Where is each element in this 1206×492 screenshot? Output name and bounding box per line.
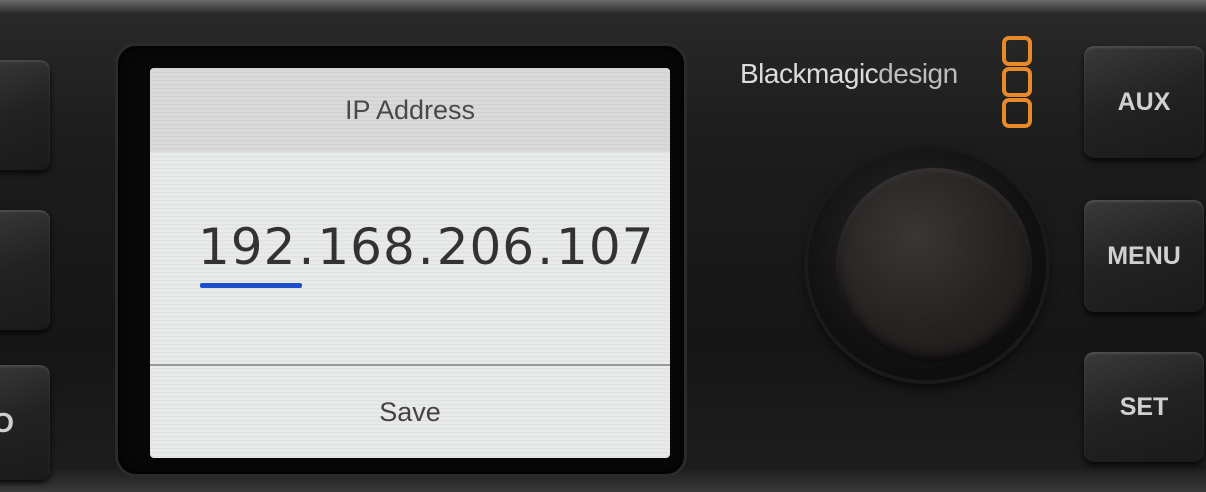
ip-octet-4[interactable]: 107 [556, 218, 654, 276]
panel-top-edge [0, 0, 1206, 14]
ip-separator-1: . [298, 218, 316, 276]
logo-square-top [1002, 36, 1032, 66]
brand-name-part2: design [878, 58, 958, 89]
ip-separator-3: . [537, 218, 555, 276]
aux-button-label: AUX [1117, 87, 1171, 116]
left-panel-button-3[interactable]: O [0, 365, 50, 480]
ip-octet-2[interactable]: 168 [317, 218, 415, 276]
ip-address-field[interactable]: 192 . 168 . 206 . 107 [198, 218, 654, 288]
ip-separator-2: . [417, 218, 435, 276]
logo-square-bottom [1002, 98, 1032, 128]
set-button-label: SET [1119, 392, 1169, 421]
jog-knob[interactable] [836, 168, 1032, 362]
left-panel-button-2[interactable] [0, 210, 50, 330]
save-label: Save [379, 396, 441, 427]
menu-button[interactable]: MENU [1084, 200, 1204, 312]
hardware-front-panel: O IP Address 192 . 168 . 206 . 107 Save … [0, 0, 1206, 492]
ip-octet-1[interactable]: 192 [198, 218, 303, 288]
three-stacked-squares-logo-icon [1002, 36, 1032, 128]
lcd-screen: IP Address 192 . 168 . 206 . 107 Save [150, 68, 670, 458]
left-panel-button-3-label: O [0, 406, 14, 438]
aux-button[interactable]: AUX [1084, 46, 1204, 158]
ip-octet-3[interactable]: 206 [437, 218, 535, 276]
brand-name-part1: Blackmagic [740, 58, 879, 89]
logo-square-middle [1002, 67, 1032, 97]
screen-header: IP Address [150, 68, 670, 152]
screen-title: IP Address [344, 94, 476, 125]
save-option[interactable]: Save [150, 366, 670, 458]
left-panel-button-1[interactable] [0, 60, 50, 170]
brand-logo-text: Blackmagicdesign [740, 58, 958, 90]
set-button[interactable]: SET [1084, 352, 1204, 462]
menu-button-label: MENU [1107, 241, 1181, 270]
